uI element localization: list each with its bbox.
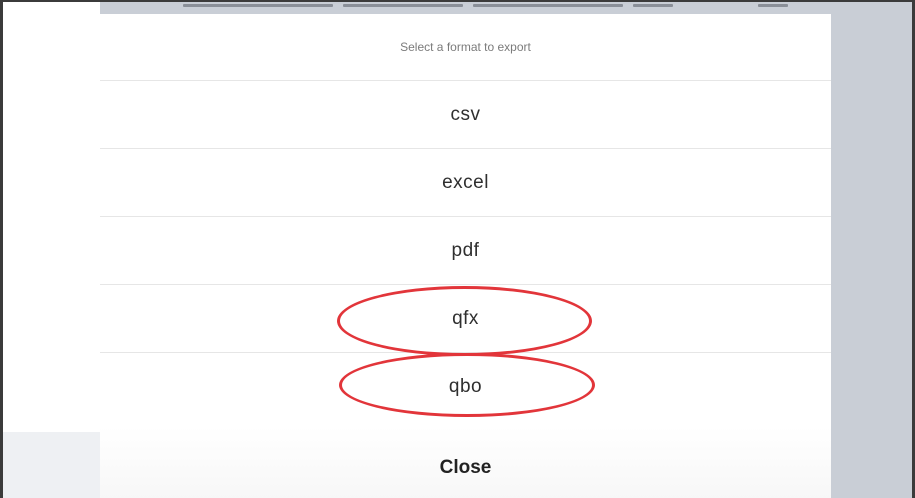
screenshot-frame: Select a format to export csv excel pdf …: [0, 0, 915, 498]
option-qfx[interactable]: qfx: [100, 285, 831, 353]
background-page: [3, 2, 100, 498]
option-qbo[interactable]: qbo: [100, 353, 831, 420]
close-button[interactable]: Close: [100, 439, 831, 497]
option-pdf[interactable]: pdf: [100, 217, 831, 285]
background-obscured-text: [163, 2, 803, 12]
export-format-dialog: Select a format to export csv excel pdf …: [100, 14, 831, 498]
option-excel[interactable]: excel: [100, 149, 831, 217]
background-page-footer: [3, 432, 100, 498]
dialog-title: Select a format to export: [100, 14, 831, 81]
option-csv[interactable]: csv: [100, 81, 831, 149]
